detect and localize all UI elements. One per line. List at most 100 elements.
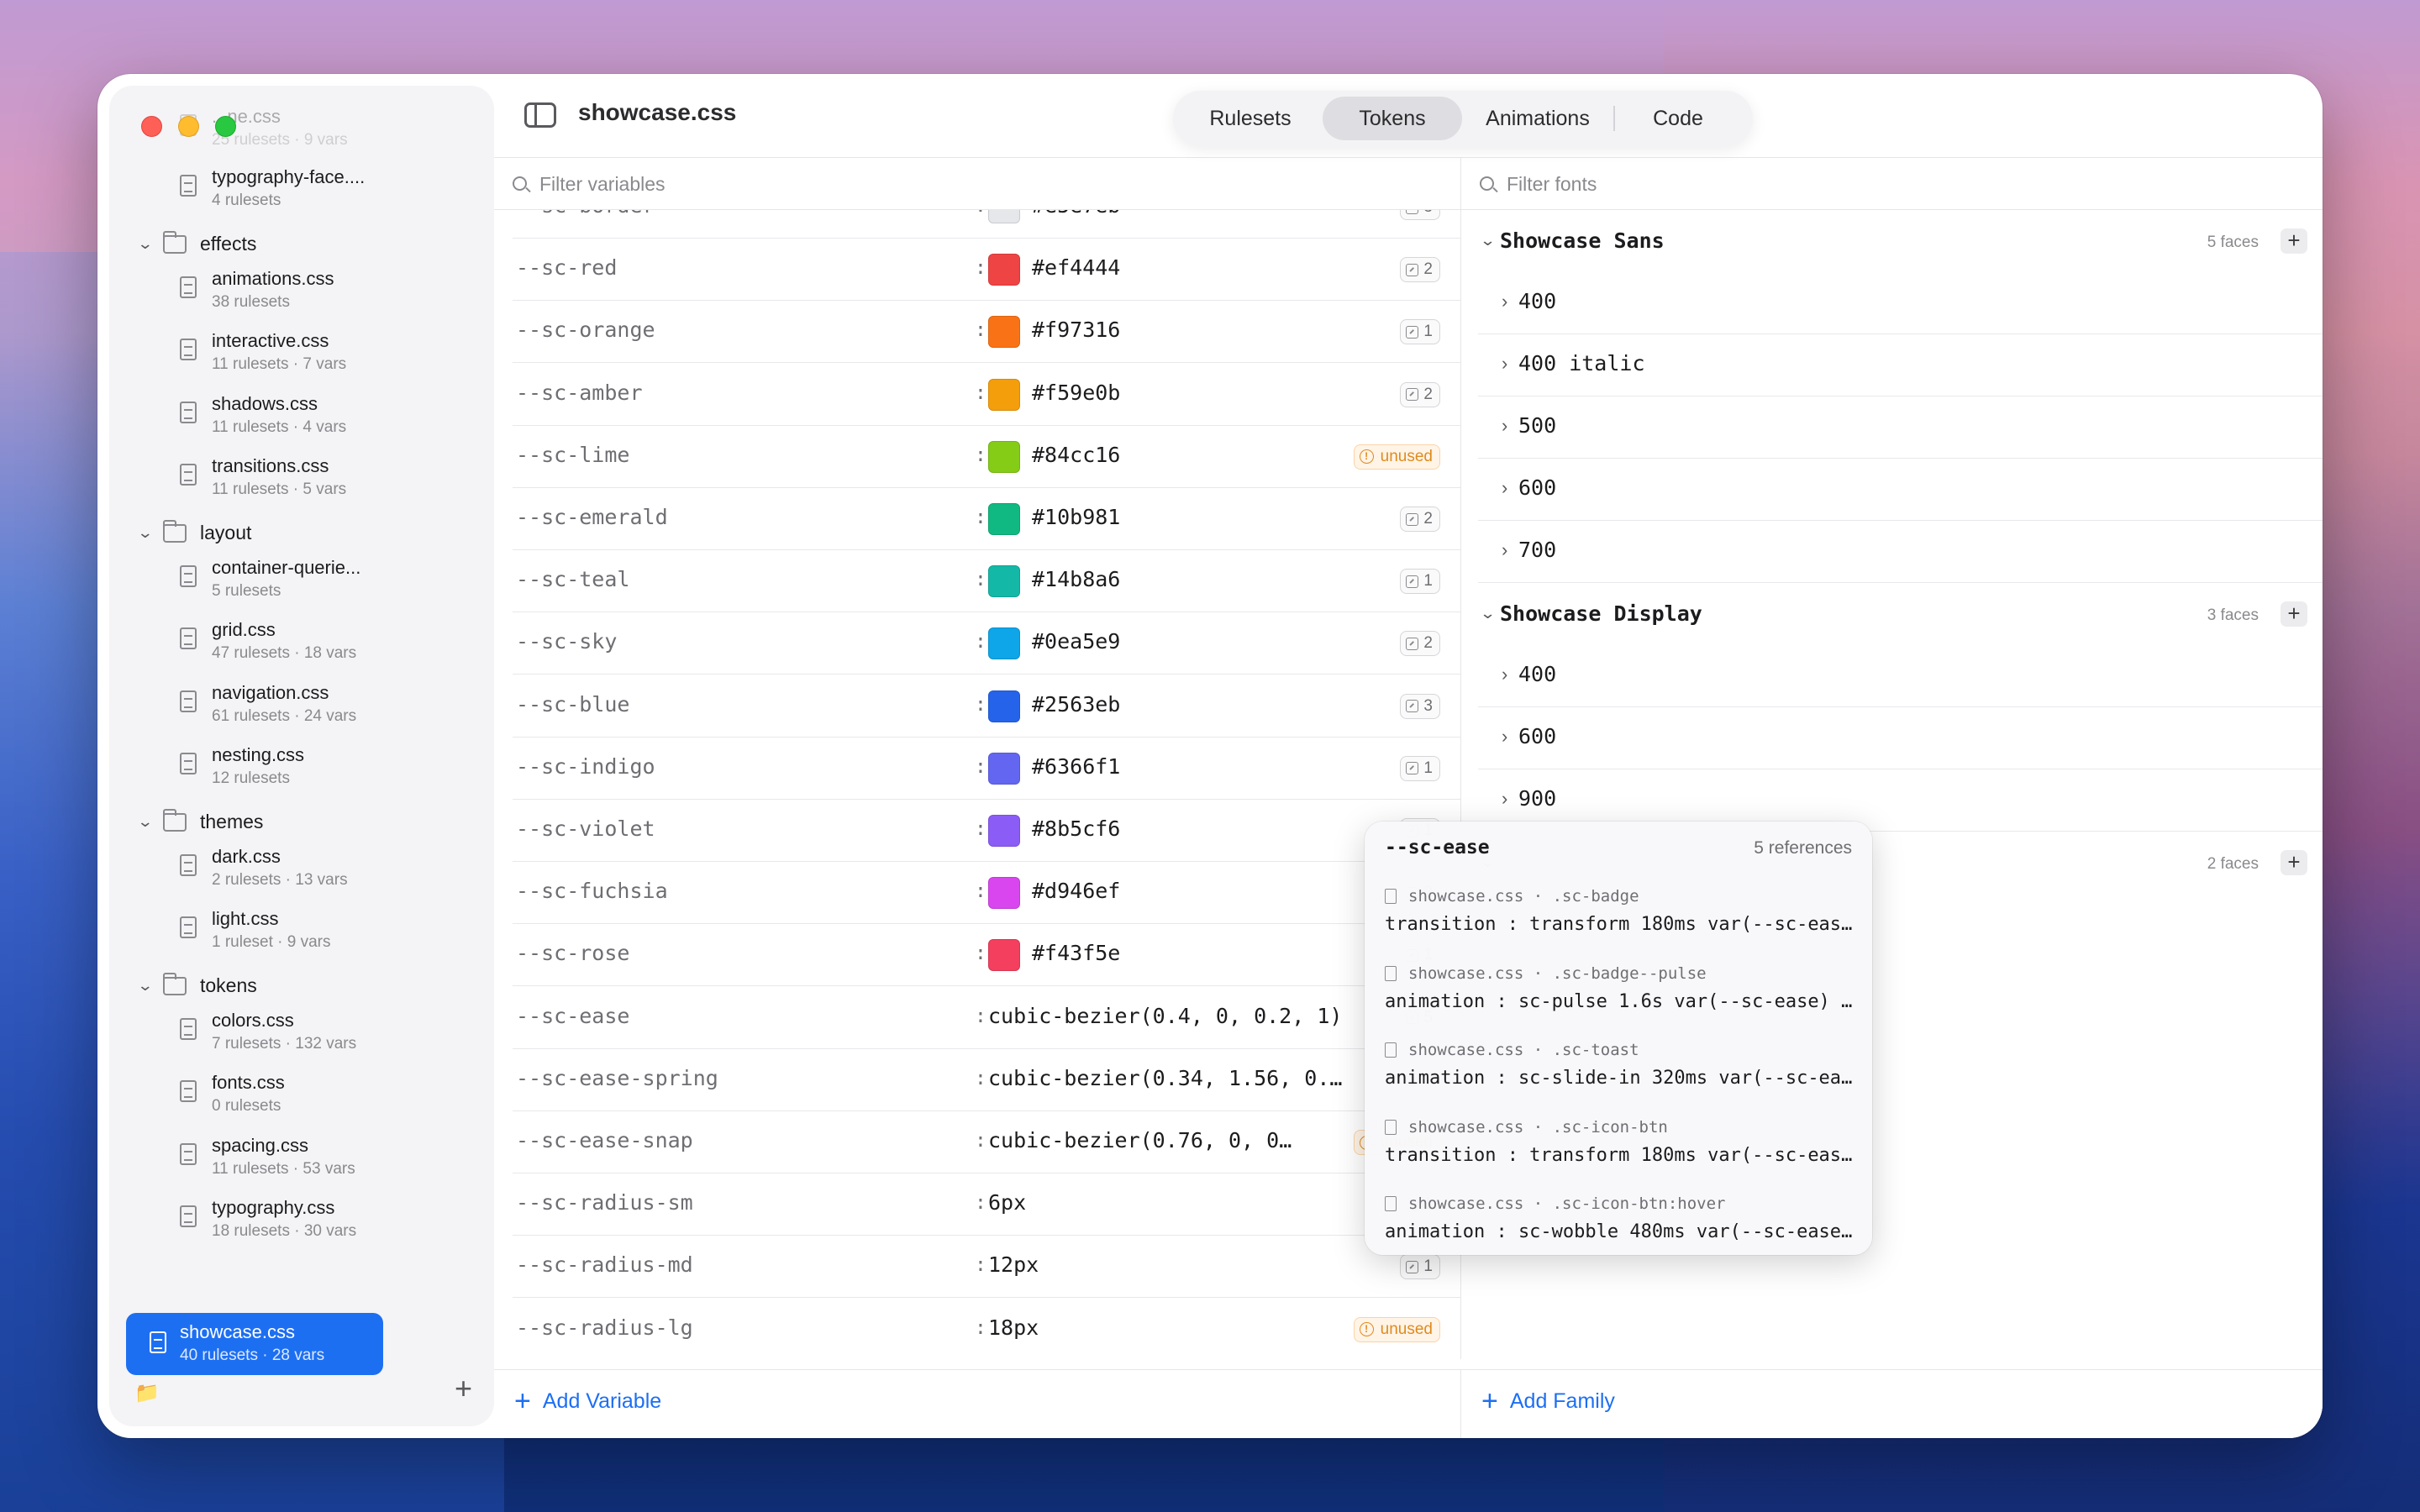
font-family-header[interactable]: ⌄ Showcase Display 3 faces + — [1478, 585, 2323, 647]
tab-rulesets[interactable]: Rulesets — [1178, 97, 1323, 140]
sidebar-file[interactable]: fonts.css 0 rulesets — [180, 1068, 491, 1127]
add-face-button[interactable]: + — [2281, 601, 2307, 627]
color-swatch[interactable] — [988, 627, 1020, 660]
add-face-button[interactable]: + — [2281, 228, 2307, 254]
sidebar-file[interactable]: light.css 1 ruleset · 9 vars — [180, 905, 491, 963]
close-window-button[interactable] — [141, 116, 162, 137]
variable-name[interactable]: --sc-red — [516, 255, 617, 280]
variable-name[interactable]: --sc-ease — [516, 1004, 629, 1028]
font-face-row[interactable]: › 600 — [1478, 459, 2323, 521]
variable-name[interactable]: --sc-ease-spring — [516, 1066, 718, 1090]
reference-count-badge[interactable]: 2 — [1400, 257, 1440, 283]
variable-name[interactable]: --sc-orange — [516, 318, 655, 342]
variable-row[interactable]: --sc-blue: #2563eb 3 — [513, 675, 1460, 738]
variable-name[interactable]: --sc-indigo — [516, 754, 655, 779]
font-family-header[interactable]: ⌄ Showcase Sans 5 faces + — [1478, 212, 2323, 274]
sidebar-folder[interactable]: ⌄ tokens — [137, 969, 257, 1003]
variable-value[interactable]: #84cc16 — [1032, 443, 1120, 467]
chevron-right-icon[interactable]: › — [1502, 353, 1507, 375]
variable-name[interactable]: --sc-fuchsia — [516, 879, 668, 903]
reference-item[interactable]: showcase.css · .sc-badge--pulse animation… — [1385, 964, 1855, 1042]
reference-count-badge[interactable]: 1 — [1400, 755, 1440, 781]
reference-item[interactable]: showcase.css · .sc-badge transition : tra… — [1385, 887, 1855, 964]
reference-item[interactable]: showcase.css · .sc-icon-btn transition : … — [1385, 1118, 1855, 1195]
sidebar-file[interactable]: colors.css 7 rulesets · 132 vars — [180, 1006, 491, 1065]
chevron-right-icon[interactable]: › — [1502, 539, 1507, 561]
chevron-right-icon[interactable]: › — [1502, 291, 1507, 312]
sidebar-file[interactable]: spacing.css 11 rulesets · 53 vars — [180, 1131, 491, 1190]
add-file-button[interactable]: + — [455, 1371, 472, 1406]
chevron-down-icon[interactable]: ⌄ — [137, 235, 159, 253]
chevron-right-icon[interactable]: › — [1502, 726, 1507, 748]
sidebar-file[interactable]: interactive.css 11 rulesets · 7 vars — [180, 327, 491, 386]
color-swatch[interactable] — [988, 939, 1020, 972]
chevron-down-icon[interactable]: ⌄ — [137, 977, 159, 995]
color-swatch[interactable] — [988, 210, 1020, 223]
variable-value[interactable]: #0ea5e9 — [1032, 629, 1120, 654]
variable-value[interactable]: cubic-bezier(0.4, 0, 0.2, 1) — [988, 1004, 1342, 1028]
reference-count-badge[interactable]: 3 — [1400, 693, 1440, 719]
variable-value[interactable]: #2563eb — [1032, 692, 1120, 717]
variable-name[interactable]: --sc-radius-lg — [516, 1315, 693, 1340]
color-swatch[interactable] — [988, 752, 1020, 785]
reference-count-badge[interactable]: 1 — [1400, 319, 1440, 345]
add-face-button[interactable]: + — [2281, 850, 2307, 875]
minimize-window-button[interactable] — [178, 116, 199, 137]
zoom-window-button[interactable] — [215, 116, 236, 137]
color-swatch[interactable] — [988, 378, 1020, 411]
sidebar-folder[interactable]: ⌄ layout — [137, 517, 251, 550]
variable-name[interactable]: --sc-amber — [516, 381, 643, 405]
new-folder-icon[interactable]: 📁 — [134, 1381, 160, 1405]
sidebar-folder[interactable]: ⌄ themes — [137, 806, 263, 839]
font-face-row[interactable]: › 400 — [1478, 272, 2323, 334]
variable-name[interactable]: --sc-blue — [516, 692, 629, 717]
variable-value[interactable]: #e5e7eb — [1032, 210, 1120, 218]
chevron-down-icon[interactable]: ⌄ — [1480, 605, 1497, 622]
sidebar-file[interactable]: dark.css 2 rulesets · 13 vars — [180, 843, 491, 901]
color-swatch[interactable] — [988, 815, 1020, 847]
color-swatch[interactable] — [988, 316, 1020, 349]
variable-row[interactable]: --sc-ease-snap:cubic-bezier(0.76, 0, 0.2… — [513, 1111, 1460, 1173]
variable-name[interactable]: --sc-emerald — [516, 505, 668, 529]
variable-row[interactable]: --sc-red: #ef4444 2 — [513, 239, 1460, 302]
sidebar-folder[interactable]: ⌄ effects — [137, 228, 256, 261]
variable-value[interactable]: 18px — [988, 1315, 1039, 1340]
variable-row[interactable]: --sc-sky: #0ea5e9 2 — [513, 612, 1460, 675]
variable-row[interactable]: --sc-amber: #f59e0b 2 — [513, 364, 1460, 426]
variable-value[interactable]: cubic-bezier(0.76, 0, 0.24, 1) — [988, 1128, 1299, 1152]
sidebar-file[interactable]: grid.css 47 rulesets · 18 vars — [180, 616, 491, 675]
sidebar-file[interactable]: shadows.css 11 rulesets · 4 vars — [180, 390, 491, 449]
variable-row[interactable]: --sc-ease:cubic-bezier(0.4, 0, 0.2, 1)5 — [513, 987, 1460, 1049]
variable-row[interactable]: --sc-radius-lg:18px! unused — [513, 1299, 1460, 1359]
variable-value[interactable]: #10b981 — [1032, 505, 1120, 529]
sidebar-file[interactable]: typography.css 18 rulesets · 30 vars — [180, 1194, 491, 1252]
sidebar-file[interactable]: nesting.css 12 rulesets — [180, 741, 491, 800]
tab-animations[interactable]: Animations — [1462, 97, 1613, 140]
variable-name[interactable]: --sc-lime — [516, 443, 629, 467]
variable-value[interactable]: #f97316 — [1032, 318, 1120, 342]
color-swatch[interactable] — [988, 503, 1020, 535]
tab-code[interactable]: Code — [1615, 97, 1741, 140]
reference-count-badge[interactable]: 2 — [1400, 631, 1440, 657]
chevron-right-icon[interactable]: › — [1502, 788, 1507, 810]
variable-value[interactable]: 12px — [988, 1252, 1039, 1277]
variable-name[interactable]: --sc-radius-md — [516, 1252, 693, 1277]
add-family-button[interactable]: + Add Family — [1481, 1387, 1615, 1415]
variable-row[interactable]: --sc-fuchsia:#d946ef2 — [513, 862, 1460, 925]
sidebar-file[interactable]: transitions.css 11 rulesets · 5 vars — [180, 452, 491, 511]
variable-name[interactable]: --sc-rose — [516, 941, 629, 965]
reference-count-badge[interactable]: 2 — [1400, 507, 1440, 532]
color-swatch[interactable] — [988, 690, 1020, 722]
sidebar-file[interactable]: container-querie... 5 rulesets — [180, 554, 491, 612]
reference-count-badge[interactable]: 1 — [1400, 569, 1440, 595]
chevron-right-icon[interactable]: › — [1502, 415, 1507, 437]
variable-value[interactable]: #f43f5e — [1032, 941, 1120, 965]
variable-value[interactable]: cubic-bezier(0.34, 1.56, 0.64, 1) — [988, 1066, 1349, 1090]
variable-row[interactable]: --sc-teal: #14b8a6 1 — [513, 550, 1460, 613]
font-face-row[interactable]: › 500 — [1478, 396, 2323, 459]
chevron-down-icon[interactable]: ⌄ — [137, 813, 159, 831]
add-variable-button[interactable]: + Add Variable — [514, 1387, 661, 1415]
sidebar-file[interactable]: animations.css 38 rulesets — [180, 265, 491, 323]
font-face-row[interactable]: › 600 — [1478, 707, 2323, 769]
variable-value[interactable]: 6px — [988, 1190, 1026, 1215]
